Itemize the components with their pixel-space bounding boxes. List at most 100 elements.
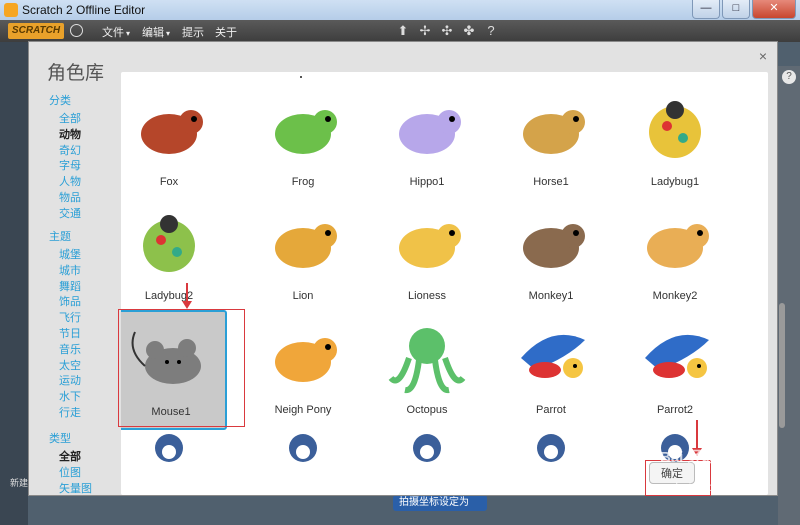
sidebar-header: 主题 — [49, 231, 71, 243]
penguin-sprite-icon — [537, 434, 565, 462]
horse-sprite-icon — [523, 110, 585, 154]
annotation-highlight-box — [118, 309, 245, 427]
sprite-label: Frog — [291, 176, 315, 188]
sidebar-item[interactable]: 运动 — [49, 372, 81, 388]
sidebar-item[interactable]: 矢量图 — [49, 480, 92, 496]
sprite-tile-frog[interactable]: Frog — [245, 82, 361, 202]
monkey2-sprite-icon — [647, 224, 709, 268]
lioness-sprite-icon — [399, 224, 461, 268]
sidebar-item[interactable]: 全部 — [49, 448, 92, 464]
sprite-tile-lioness[interactable]: Lioness — [369, 196, 485, 316]
menu-bar: SCRATCH 文件 ▾ 编辑 ▾ 提示 关于 ⬆ ✢ ✣ ✤ ? — [0, 20, 800, 42]
sprite-tile-monkey1[interactable]: Monkey1 — [493, 196, 609, 316]
sprite-label: Lion — [292, 290, 314, 302]
sidebar-item[interactable]: 物品 — [49, 189, 81, 205]
sidebar-item[interactable]: 人物 — [49, 173, 81, 189]
sidebar-item[interactable]: 位图 — [49, 464, 92, 480]
sprite-tile-parrot[interactable]: Parrot — [493, 310, 609, 430]
sidebar-section-0: 分类 全部 动物 奇幻 字母 人物 物品 交通 — [49, 92, 81, 221]
menu-about[interactable]: 关于 — [215, 24, 237, 40]
window-title: Scratch 2 Offline Editor — [22, 3, 146, 17]
sprite-tile-neigh-pony[interactable]: Neigh Pony — [245, 310, 361, 430]
watermark-text: Bai 经验 — [660, 449, 718, 466]
help-icon[interactable]: ? — [484, 23, 498, 39]
octopus-sprite-icon — [388, 328, 466, 394]
stamp-icon[interactable]: ⬆ — [396, 23, 410, 39]
close-window-button[interactable]: ✕ — [752, 0, 796, 19]
sprite-label: Ladybug2 — [144, 290, 194, 302]
minimize-button[interactable]: — — [692, 0, 720, 19]
sprite-tile-hippo1[interactable]: Hippo1 — [369, 82, 485, 202]
sidebar-header: 类型 — [49, 433, 71, 445]
sprite-tile-cropped[interactable] — [493, 424, 609, 495]
app-icon — [4, 3, 18, 17]
sprite-tile-horse1[interactable]: Horse1 — [493, 82, 609, 202]
sidebar-item[interactable]: 水下 — [49, 388, 81, 404]
sidebar-item[interactable]: 太空 — [49, 357, 81, 373]
sidebar-item[interactable]: 饰品 — [49, 293, 81, 309]
sprite-tile-monkey2[interactable]: Monkey2 — [617, 196, 733, 316]
penguin-sprite-icon — [155, 434, 183, 462]
sprite-label: Fox — [159, 176, 179, 188]
monkey-sprite-icon — [523, 224, 585, 268]
annotation-arrowhead — [182, 301, 192, 309]
sprite-label: Parrot2 — [656, 404, 694, 416]
grow-icon[interactable]: ✣ — [440, 23, 454, 39]
scratch-logo[interactable]: SCRATCH — [8, 23, 64, 39]
frog-sprite-icon — [275, 110, 337, 154]
sprite-label: Lioness — [408, 290, 446, 302]
sidebar-item[interactable]: 城堡 — [49, 246, 81, 262]
grid-scrollbar[interactable] — [779, 303, 785, 428]
sprite-label: Octopus — [406, 404, 448, 416]
globe-icon[interactable] — [70, 24, 83, 37]
sprite-tile-cropped[interactable] — [245, 424, 361, 495]
sidebar-item[interactable]: 飞行 — [49, 309, 81, 325]
sprite-tile-fox[interactable]: Fox — [121, 82, 227, 202]
parrot-sprite-icon — [521, 334, 585, 378]
menu-file[interactable]: 文件 ▾ — [102, 24, 130, 40]
cut-icon[interactable]: ✢ — [418, 23, 432, 39]
sidebar-item[interactable]: 音乐 — [49, 341, 81, 357]
ladybug-sprite-icon — [649, 101, 701, 158]
sidebar-item[interactable]: 奇幻 — [49, 142, 81, 158]
sprite-grid: Fox Frog Hippo1 Horse1 Ladybug1 Ladybug2 Lion L… — [121, 72, 768, 495]
fox-sprite-icon — [141, 110, 203, 154]
dialog-close-icon[interactable]: × — [759, 48, 767, 64]
penguin-sprite-icon — [289, 434, 317, 462]
sprite-tile-cropped[interactable] — [369, 424, 485, 495]
background-panel — [0, 42, 28, 525]
side-help-icon[interactable]: ? — [782, 70, 796, 84]
sidebar-section-2: 类型 全部 位图 矢量图 — [49, 430, 92, 495]
sprite-label: Ladybug1 — [650, 176, 700, 188]
background-blue-button[interactable]: 拍摄坐标设定为 — [393, 495, 487, 511]
sidebar-item[interactable]: 节日 — [49, 325, 81, 341]
lion-sprite-icon — [275, 224, 337, 268]
maximize-button[interactable]: □ — [722, 0, 750, 19]
new-sprite-label: 新建 — [10, 478, 29, 488]
sprite-tile-lion[interactable]: Lion — [245, 196, 361, 316]
menu-tips[interactable]: 提示 — [182, 24, 204, 40]
parrot2-sprite-icon — [645, 334, 709, 378]
shrink-icon[interactable]: ✤ — [462, 23, 476, 39]
sidebar-item[interactable]: 行走 — [49, 404, 81, 420]
sprite-tile-ladybug2[interactable]: Ladybug2 — [121, 196, 227, 316]
sidebar-item[interactable]: 字母 — [49, 157, 81, 173]
penguin-sprite-icon — [413, 434, 441, 462]
sprite-label: Neigh Pony — [274, 404, 332, 416]
title-bar: Scratch 2 Offline Editor — □ ✕ — [0, 0, 800, 21]
sidebar-item[interactable]: 舞蹈 — [49, 278, 81, 294]
sidebar-item[interactable]: 交通 — [49, 205, 81, 221]
sprite-label: Monkey2 — [652, 290, 698, 302]
sidebar-item[interactable]: 全部 — [49, 110, 81, 126]
sprite-label: Hippo1 — [409, 176, 445, 188]
sprite-tile-parrot2[interactable]: Parrot2 — [617, 310, 733, 430]
sidebar-item[interactable]: 城市 — [49, 262, 81, 278]
dialog-title: 角色库 — [47, 63, 105, 84]
sprite-tile-ladybug1[interactable]: Ladybug1 — [617, 82, 733, 202]
sprite-label: Monkey1 — [528, 290, 574, 302]
sidebar-item[interactable]: 动物 — [49, 126, 81, 142]
menu-edit[interactable]: 编辑 ▾ — [142, 24, 170, 40]
sprite-tile-octopus[interactable]: Octopus — [369, 310, 485, 430]
divider-dot — [300, 76, 302, 78]
sprite-tile-cropped[interactable] — [121, 424, 227, 495]
